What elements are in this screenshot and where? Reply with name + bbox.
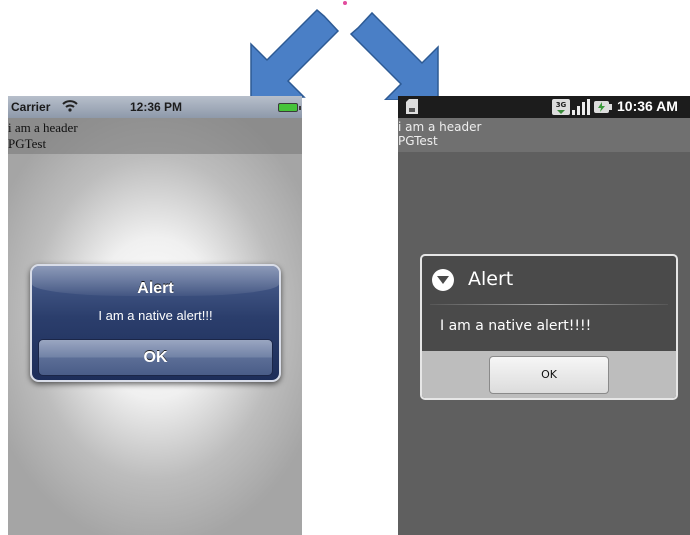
header-text: i am a header xyxy=(8,120,78,135)
battery-icon xyxy=(278,103,301,112)
network-3g-icon: 3G xyxy=(552,99,570,115)
android-page-header: i am a header PGTest xyxy=(398,118,690,152)
network-label: 3G xyxy=(556,101,567,109)
header-title: PGTest xyxy=(398,134,438,148)
alert-dropdown-icon xyxy=(432,269,454,291)
ios-screen: Carrier 12:36 PM i am a header PGTest Al… xyxy=(8,96,302,535)
alert-title: Alert xyxy=(137,280,174,297)
direction-arrows xyxy=(250,1,439,100)
ok-button[interactable]: OK xyxy=(38,339,273,376)
title-divider xyxy=(430,304,668,305)
dialog-title: Alert xyxy=(468,268,514,290)
android-screen: 3G 10:36 AM i am a header PGTest Alert I… xyxy=(398,96,690,535)
wifi-icon xyxy=(62,100,78,112)
pink-dot xyxy=(343,1,347,5)
alert-message: I am a native alert!!! xyxy=(98,308,213,323)
header-text: i am a header xyxy=(398,120,482,134)
ios-page-header: i am a header PGTest xyxy=(8,118,302,154)
android-status-bar: 3G 10:36 AM xyxy=(398,96,690,118)
ios-status-bar: Carrier 12:36 PM xyxy=(8,96,302,118)
dialog-message: I am a native alert!!!! xyxy=(440,318,592,334)
android-time: 10:36 AM xyxy=(617,98,678,114)
sd-card-icon xyxy=(406,99,418,114)
ios-alert-dialog: Alert I am a native alert!!! OK xyxy=(30,264,281,382)
signal-icon xyxy=(572,99,590,115)
dialog-button-bar: OK xyxy=(422,351,676,398)
ios-time: 12:36 PM xyxy=(130,100,183,114)
header-title: PGTest xyxy=(8,136,47,151)
android-alert-dialog: Alert I am a native alert!!!! OK xyxy=(420,254,678,400)
dialog-title-row: Alert xyxy=(422,256,676,300)
arrow-down-right-icon xyxy=(349,11,439,100)
carrier-label: Carrier xyxy=(11,100,51,114)
battery-charging-icon xyxy=(594,101,612,113)
ok-button[interactable]: OK xyxy=(489,356,609,394)
arrow-down-left-icon xyxy=(250,8,340,98)
